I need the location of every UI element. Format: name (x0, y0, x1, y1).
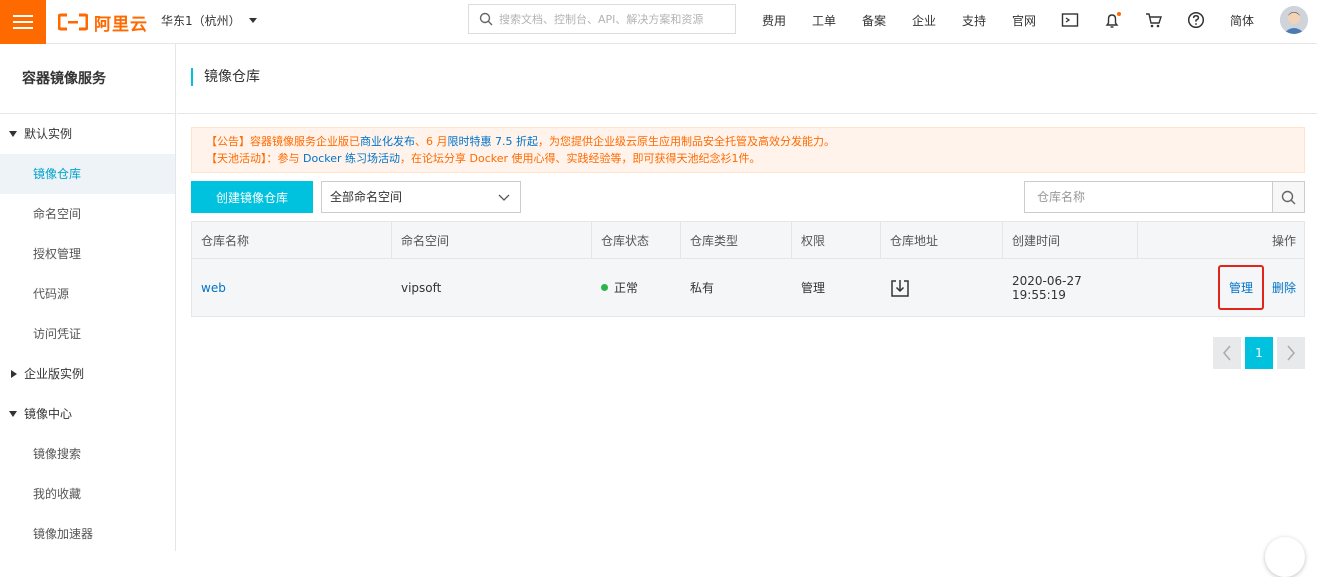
logo-mark-icon (58, 13, 88, 31)
col-header-status: 仓库状态 (592, 222, 681, 258)
nav-support[interactable]: 支持 (962, 12, 986, 29)
sidebar-group-label: 企业版实例 (24, 367, 85, 381)
download-icon[interactable] (890, 278, 910, 298)
caret-down-icon (9, 131, 17, 137)
namespace-select[interactable]: 全部命名空间 (321, 181, 521, 213)
col-header-created: 创建时间 (1003, 222, 1138, 258)
delete-link[interactable]: 删除 (1272, 279, 1296, 296)
region-selector[interactable]: 华东1（杭州） (161, 12, 257, 29)
sidebar-group-enterprise-instance[interactable]: 企业版实例 (0, 354, 175, 394)
col-header-actions: 操作 (1271, 233, 1296, 248)
announcement-line-2: 【天池活动】：参与 Docker 练习场活动，在论坛分享 Docker 使用心得… (206, 150, 1290, 167)
bell-icon[interactable] (1103, 11, 1123, 31)
chevron-down-icon (248, 18, 257, 23)
commercial-release-link[interactable]: 商业化发布 (360, 135, 415, 148)
avatar-icon (1280, 6, 1308, 34)
nav-ticket[interactable]: 工单 (812, 12, 836, 29)
repository-search (1024, 181, 1305, 213)
search-button[interactable] (1272, 182, 1304, 212)
notice-text: 、6 月 (415, 135, 448, 148)
repo-namespace: vipsoft (401, 280, 442, 295)
terminal-icon[interactable] (1061, 11, 1079, 29)
global-search-input[interactable] (499, 12, 729, 26)
chevron-right-icon (1287, 345, 1295, 361)
col-header-permission: 权限 (792, 222, 881, 258)
sidebar-title: 容器镜像服务 (0, 44, 175, 114)
user-avatar[interactable] (1280, 6, 1308, 34)
nav-fee[interactable]: 费用 (762, 12, 786, 29)
announcement-line-1: 【公告】容器镜像服务企业版已商业化发布、6 月限时特惠 7.5 折起，为您提供企… (206, 133, 1290, 150)
sidebar-group-default-instance[interactable]: 默认实例 (0, 114, 175, 154)
caret-down-icon (9, 411, 17, 417)
sidebar-group-label: 默认实例 (24, 127, 73, 141)
notice-text: 【公告】容器镜像服务企业版已 (206, 135, 360, 148)
search-icon (479, 12, 493, 26)
help-icon[interactable] (1187, 11, 1205, 29)
prev-page-button[interactable] (1213, 337, 1241, 369)
sidebar: 容器镜像服务 默认实例 镜像仓库 命名空间 授权管理 代码源 访问凭证 企业版实… (0, 44, 176, 551)
nav-icp[interactable]: 备案 (862, 12, 886, 29)
col-header-name: 仓库名称 (192, 222, 392, 258)
notice-text: ，为您提供企业级云原生应用制品安全托管及高效分发能力。 (538, 135, 835, 148)
sidebar-item-image-search[interactable]: 镜像搜索 (0, 434, 175, 474)
sidebar-item-code-source[interactable]: 代码源 (0, 274, 175, 314)
menu-icon[interactable] (0, 0, 46, 44)
sidebar-group-image-center[interactable]: 镜像中心 (0, 394, 175, 434)
repo-created-time: 2020-06-27 19:55:19 (1012, 273, 1082, 302)
cart-icon[interactable] (1145, 11, 1163, 29)
manage-link[interactable]: 管理 (1217, 265, 1264, 310)
repo-type: 私有 (690, 281, 715, 295)
table-row: web vipsoft 正常 私有 管理 2020-06-27 19:55:19… (192, 259, 1304, 316)
table-header: 仓库名称 命名空间 仓库状态 仓库类型 权限 仓库地址 创建时间 操作 (192, 222, 1304, 259)
page-header: 镜像仓库 (177, 44, 1317, 114)
search-icon (1281, 190, 1296, 204)
nav-official-site[interactable]: 官网 (1012, 12, 1036, 29)
top-navbar: 阿里云 华东1（杭州） 费用 工单 备案 企业 支持 官网 简体 (0, 0, 1317, 44)
sidebar-item-my-favorites[interactable]: 我的收藏 (0, 474, 175, 514)
chevron-down-icon (498, 194, 510, 201)
discount-link[interactable]: 限时特惠 7.5 折起 (448, 135, 539, 148)
nav-enterprise[interactable]: 企业 (912, 12, 936, 29)
region-label: 华东1（杭州） (161, 14, 241, 28)
page-title: 镜像仓库 (191, 68, 260, 86)
notice-text: ，在论坛分享 Docker 使用心得、实践经验等，即可获得天池纪念衫1件。 (400, 152, 761, 165)
repository-table: 仓库名称 命名空间 仓库状态 仓库类型 权限 仓库地址 创建时间 操作 web … (191, 221, 1305, 317)
repository-search-input[interactable] (1025, 182, 1272, 212)
sidebar-item-access-credential[interactable]: 访问凭证 (0, 314, 175, 354)
aliyun-logo[interactable]: 阿里云 (58, 10, 148, 35)
notice-text: 【天池活动】：参与 (206, 152, 303, 165)
col-header-type: 仓库类型 (681, 222, 792, 258)
page-number-button[interactable]: 1 (1245, 337, 1273, 369)
repo-name-link[interactable]: web (201, 281, 226, 295)
repo-status: 正常 (614, 281, 639, 295)
sidebar-group-label: 镜像中心 (24, 407, 73, 421)
logo-text: 阿里云 (94, 14, 148, 35)
create-repository-button[interactable]: 创建镜像仓库 (191, 181, 313, 213)
pagination: 1 (1213, 337, 1305, 369)
sidebar-item-namespaces[interactable]: 命名空间 (0, 194, 175, 234)
language-switch[interactable]: 简体 (1230, 12, 1254, 29)
status-dot-icon (601, 284, 608, 291)
main-content: 镜像仓库 【公告】容器镜像服务企业版已商业化发布、6 月限时特惠 7.5 折起，… (177, 44, 1317, 551)
caret-right-icon (11, 370, 17, 378)
col-header-address: 仓库地址 (881, 222, 1003, 258)
repo-permission: 管理 (801, 281, 826, 295)
sidebar-item-repositories[interactable]: 镜像仓库 (0, 154, 175, 194)
next-page-button[interactable] (1277, 337, 1305, 369)
col-header-namespace: 命名空间 (392, 222, 592, 258)
docker-playground-link[interactable]: Docker 练习场活动 (303, 152, 400, 165)
sidebar-item-image-accelerator[interactable]: 镜像加速器 (0, 514, 175, 554)
global-search[interactable] (468, 4, 736, 34)
floating-help-button[interactable] (1265, 537, 1305, 577)
namespace-select-value: 全部命名空间 (330, 190, 403, 204)
chevron-left-icon (1223, 345, 1231, 361)
sidebar-item-authorization[interactable]: 授权管理 (0, 234, 175, 274)
announcement-banner: 【公告】容器镜像服务企业版已商业化发布、6 月限时特惠 7.5 折起，为您提供企… (191, 127, 1305, 173)
